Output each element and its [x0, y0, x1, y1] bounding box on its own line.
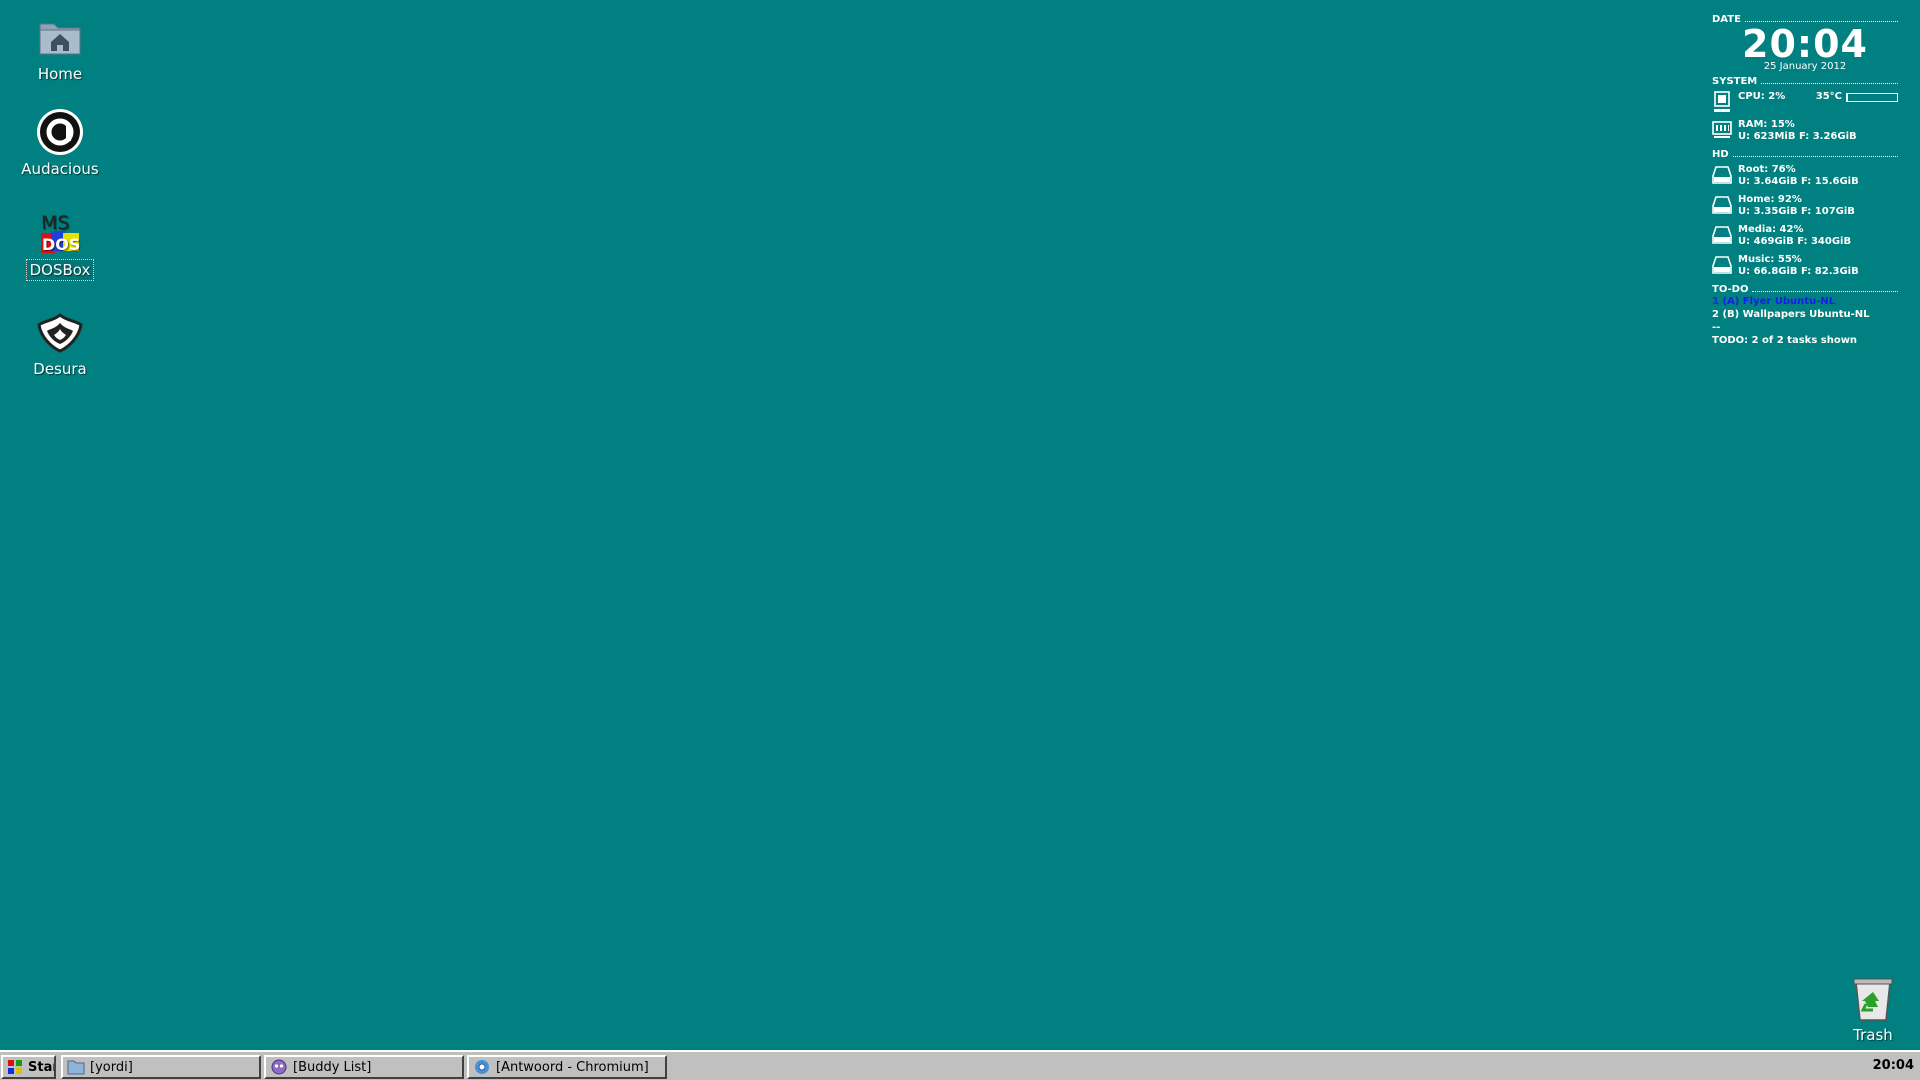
disk-detail: U: 66.8GiB F: 82.3GiB — [1738, 266, 1859, 277]
ram-label: RAM: 15% — [1738, 119, 1795, 130]
start-logo-icon — [7, 1059, 23, 1075]
home-folder-icon — [35, 12, 85, 62]
task-label: [yordi] — [90, 1059, 133, 1075]
desktop-icon-audacious[interactable]: Audacious — [5, 107, 115, 179]
disk-label: Root: 76% — [1738, 164, 1796, 175]
disk-row-music: Music: 55% U: 66.8GiB F: 82.3GiB — [1712, 254, 1898, 278]
clock-date: 25 January 2012 — [1763, 61, 1847, 72]
task-label: [Buddy List] — [293, 1059, 372, 1075]
cpu-temp: 35°C — [1815, 91, 1842, 102]
task-button-yordi[interactable]: [yordi] — [61, 1055, 261, 1079]
ram-icon — [1712, 119, 1732, 141]
disk-label: Media: 42% — [1738, 224, 1804, 235]
disk-detail: U: 3.64GiB F: 15.6GiB — [1738, 176, 1859, 187]
ram-detail: U: 623MiB F: 3.26GiB — [1738, 131, 1857, 142]
todo-separator: -- — [1712, 322, 1721, 333]
start-button[interactable]: Start — [1, 1055, 56, 1079]
cpu-icon — [1712, 91, 1732, 113]
disk-detail: U: 469GiB F: 340GiB — [1738, 236, 1852, 247]
task-button-chromium[interactable]: [Antwoord - Chromium] — [467, 1055, 667, 1079]
desktop-icon-desura[interactable]: Desura — [5, 307, 115, 379]
todo-summary: TODO: 2 of 2 tasks shown — [1712, 335, 1858, 346]
taskbar: Start [yordi] [Buddy List] [Antwoord - C… — [0, 1050, 1920, 1080]
cpu-row: CPU: 2% 35°C — [1712, 91, 1898, 113]
disk-row-home: Home: 92% U: 3.35GiB F: 107GiB — [1712, 194, 1898, 218]
hard-drive-icon — [1712, 254, 1732, 276]
task-label: [Antwoord - Chromium] — [496, 1059, 649, 1075]
disk-label: Home: 92% — [1738, 194, 1802, 205]
desktop[interactable]: Home Audacious MS DOS DOSBox Desura DATE… — [0, 0, 1920, 1050]
svg-text:MS: MS — [41, 212, 69, 234]
audacious-icon — [35, 107, 85, 157]
todo-item: 2 (B) Wallpapers Ubuntu-NL — [1712, 309, 1870, 320]
todo-item: 1 (A) Flyer Ubuntu-NL — [1712, 296, 1836, 307]
trash-icon — [1848, 974, 1898, 1024]
task-button-buddy-list[interactable]: [Buddy List] — [264, 1055, 464, 1079]
system-section-header: SYSTEM — [1712, 76, 1898, 87]
cpu-label: CPU: 2% — [1738, 91, 1786, 102]
hard-drive-icon — [1712, 194, 1732, 216]
msdos-icon: MS DOS — [35, 207, 85, 257]
folder-icon — [67, 1059, 85, 1075]
start-label: Start — [28, 1059, 54, 1075]
pidgin-icon — [270, 1059, 288, 1075]
cpu-usage-bar — [1846, 92, 1898, 102]
disk-row-root: Root: 76% U: 3.64GiB F: 15.6GiB — [1712, 164, 1898, 188]
trash-label: Trash — [1853, 1026, 1893, 1044]
disk-row-media: Media: 42% U: 469GiB F: 340GiB — [1712, 224, 1898, 248]
desktop-icon-dosbox[interactable]: MS DOS DOSBox — [5, 207, 115, 281]
clock-time: 20:04 — [1742, 22, 1868, 66]
disk-label: Music: 55% — [1738, 254, 1802, 265]
disk-detail: U: 3.35GiB F: 107GiB — [1738, 206, 1855, 217]
svg-text:DOS: DOS — [42, 235, 80, 254]
ram-row: RAM: 15% U: 623MiB F: 3.26GiB — [1712, 119, 1898, 143]
chromium-icon — [473, 1059, 491, 1075]
desktop-icon-label: Desura — [33, 360, 87, 378]
desktop-icon-trash[interactable]: Trash — [1818, 974, 1920, 1044]
todo-section-header: TO-DO — [1712, 284, 1898, 295]
hd-section-header: HD — [1712, 149, 1898, 160]
desktop-icon-home[interactable]: Home — [5, 12, 115, 84]
desktop-icon-label: DOSBox — [25, 259, 95, 281]
hard-drive-icon — [1712, 164, 1732, 186]
desktop-icon-label: Home — [37, 65, 83, 83]
hard-drive-icon — [1712, 224, 1732, 246]
desktop-icon-label: Audacious — [21, 160, 99, 178]
conky-system-monitor: DATE 20:04 25 January 2012 SYSTEM CPU: 2… — [1712, 12, 1898, 347]
desura-icon — [35, 307, 85, 357]
tray-clock[interactable]: 20:04 — [1873, 1058, 1914, 1073]
